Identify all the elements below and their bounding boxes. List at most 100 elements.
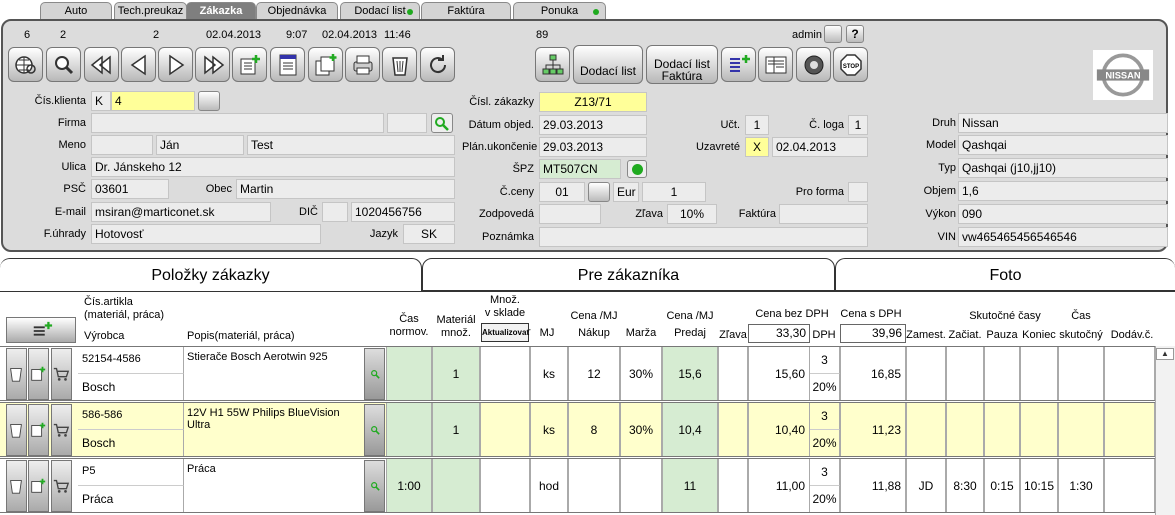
plate-field[interactable]: MT507CN	[539, 159, 621, 179]
dic-field[interactable]: 1020456756	[351, 202, 455, 222]
tire-button[interactable]	[796, 47, 831, 82]
predaj-cell[interactable]: 10,4	[662, 403, 718, 456]
client-number-field[interactable]: 4	[111, 91, 195, 111]
kon-cell[interactable]	[1020, 347, 1058, 400]
rate-field[interactable]: 1	[642, 182, 706, 202]
pau-cell[interactable]: 0:15	[984, 459, 1020, 512]
row-edit-button[interactable]	[28, 348, 49, 400]
vin-field[interactable]: vw465465456546546	[958, 227, 1168, 247]
row-edit-button[interactable]	[28, 404, 49, 456]
make-field[interactable]: Nissan	[958, 113, 1168, 133]
items-scrollbar[interactable]: ▲	[1155, 346, 1175, 515]
engine-volume-field[interactable]: 1,6	[958, 181, 1168, 201]
zac-cell[interactable]	[946, 403, 984, 456]
nakup-cell[interactable]: 12	[568, 347, 620, 400]
kon-cell[interactable]	[1020, 403, 1058, 456]
vat-code-cell[interactable]: 3	[810, 459, 840, 486]
row-edit-button[interactable]	[28, 460, 49, 512]
empty-cell[interactable]	[718, 403, 748, 456]
proforma-field[interactable]	[848, 182, 868, 202]
street-field[interactable]: Dr. Jánskeho 12	[91, 157, 455, 177]
article-number-cell[interactable]: 52154-4586	[78, 347, 184, 374]
title-field[interactable]	[91, 135, 153, 155]
closed-field[interactable]: X	[745, 137, 769, 157]
dodaci-list-button[interactable]: Dodací list	[573, 45, 643, 84]
bez-cell[interactable]: 15,60	[748, 347, 810, 400]
first-record-button[interactable]	[84, 47, 119, 82]
copy-record-button[interactable]	[308, 47, 343, 82]
stop-button[interactable]: STOP	[833, 47, 868, 82]
planned-end-field[interactable]: 29.03.2013	[539, 137, 647, 157]
empty-cell[interactable]	[1104, 347, 1155, 400]
empty-cell[interactable]	[718, 459, 748, 512]
marza-cell[interactable]: 30%	[620, 403, 662, 456]
mnoz-cell[interactable]	[432, 459, 480, 512]
client-type-field[interactable]: K	[91, 91, 111, 111]
price-list-edit-button[interactable]	[588, 182, 610, 202]
order-number-field[interactable]: Z13/71	[539, 92, 647, 112]
zam-cell[interactable]	[906, 347, 946, 400]
client-edit-button[interactable]	[198, 91, 220, 111]
last-record-button[interactable]	[195, 47, 230, 82]
row-cart-button[interactable]	[51, 460, 72, 512]
email-field[interactable]: msiran@marticonet.sk	[91, 202, 271, 222]
bez-cell[interactable]: 10,40	[748, 403, 810, 456]
order-date-field[interactable]: 29.03.2013	[539, 115, 647, 135]
mj-cell[interactable]: ks	[530, 403, 568, 456]
update-stock-button[interactable]: Aktualizovať	[481, 323, 530, 342]
tab-for-customer[interactable]: Pre zákazníka	[422, 258, 835, 291]
first-name-field[interactable]: Ján	[156, 135, 244, 155]
document-button[interactable]	[270, 47, 305, 82]
help-button[interactable]: ?	[846, 25, 864, 43]
power-field[interactable]: 090	[958, 204, 1168, 224]
cs-cell[interactable]	[1058, 347, 1104, 400]
documents-button[interactable]	[758, 47, 793, 82]
model-field[interactable]: Qashqai	[958, 135, 1168, 155]
company-field[interactable]	[91, 113, 384, 133]
zac-cell[interactable]: 8:30	[946, 459, 984, 512]
pau-cell[interactable]	[984, 403, 1020, 456]
plate-status-button[interactable]	[627, 160, 647, 178]
city-field[interactable]: Martin	[236, 179, 455, 199]
new-record-button[interactable]	[232, 47, 267, 82]
nakup-cell[interactable]	[568, 459, 620, 512]
currency-field[interactable]: Eur	[613, 182, 639, 202]
company-extra-field[interactable]	[387, 113, 427, 133]
scroll-up-icon[interactable]: ▲	[1156, 348, 1174, 360]
manufacturer-cell[interactable]: Práca	[78, 486, 184, 512]
discount-field[interactable]: 10%	[667, 204, 717, 224]
row-search-button[interactable]	[364, 404, 385, 456]
predaj-cell[interactable]: 11	[662, 459, 718, 512]
next-record-button[interactable]	[158, 47, 193, 82]
row-cart-button[interactable]	[51, 404, 72, 456]
note-field[interactable]	[539, 227, 868, 247]
mj-cell[interactable]: hod	[530, 459, 568, 512]
predaj-cell[interactable]: 15,6	[662, 347, 718, 400]
manufacturer-cell[interactable]: Bosch	[78, 374, 184, 400]
calculator-button[interactable]	[824, 25, 842, 43]
add-items-button[interactable]	[721, 47, 756, 82]
empty-cell[interactable]	[718, 347, 748, 400]
nakup-cell[interactable]: 8	[568, 403, 620, 456]
responsible-field[interactable]	[539, 204, 601, 224]
zip-field[interactable]: 03601	[91, 179, 169, 199]
row-search-button[interactable]	[364, 348, 385, 400]
mnoz-cell[interactable]: 1	[432, 347, 480, 400]
table-row[interactable]: 586-586 Bosch 12V H1 55W Philips BlueVisio…	[0, 402, 1175, 457]
logo-number-field[interactable]: 1	[848, 115, 868, 135]
dic-prefix-field[interactable]	[322, 202, 348, 222]
article-number-cell[interactable]: 586-586	[78, 403, 184, 430]
marza-cell[interactable]: 30%	[620, 347, 662, 400]
manufacturer-cell[interactable]: Bosch	[78, 430, 184, 456]
zam-cell[interactable]: JD	[906, 459, 946, 512]
closed-date-field[interactable]: 02.04.2013	[772, 137, 868, 157]
cas-cell[interactable]	[386, 347, 432, 400]
kon-cell[interactable]: 10:15	[1020, 459, 1058, 512]
description-cell[interactable]: 12V H1 55W Philips BlueVision Ultra	[184, 403, 364, 456]
row-delete-button[interactable]	[6, 348, 27, 400]
price-list-field[interactable]: 01	[539, 182, 585, 202]
s-cell[interactable]: 11,88	[840, 459, 906, 512]
empty-cell[interactable]	[480, 347, 530, 400]
last-name-field[interactable]: Test	[247, 135, 455, 155]
description-cell[interactable]: Stierače Bosch Aerotwin 925	[184, 347, 364, 400]
